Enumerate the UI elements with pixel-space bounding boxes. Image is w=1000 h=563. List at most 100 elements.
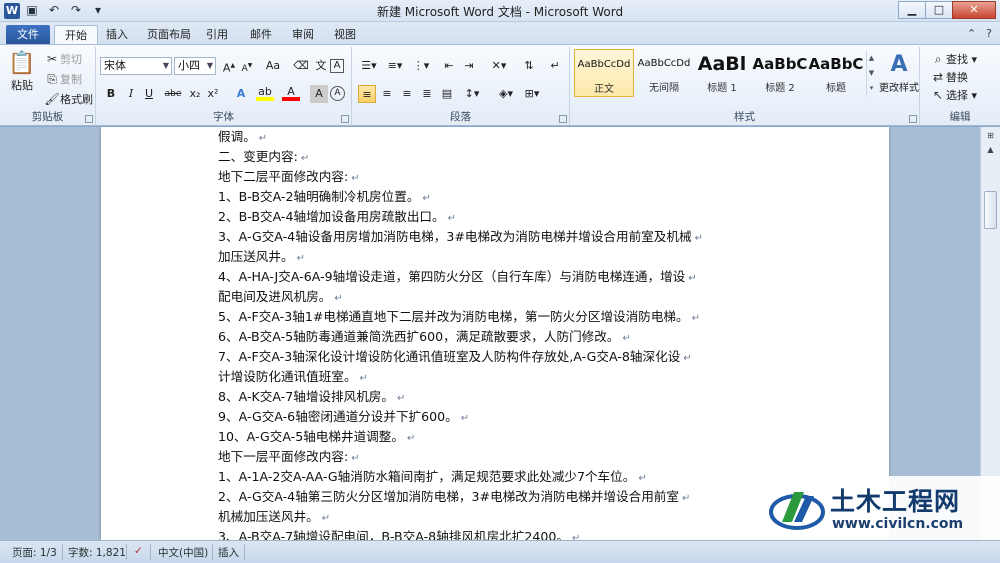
borders-icon[interactable]: ⊞▾ bbox=[520, 85, 544, 103]
tab-insert[interactable]: 插入 bbox=[100, 25, 134, 44]
strikethrough-button[interactable]: abe bbox=[162, 85, 184, 103]
help-icon[interactable]: ? bbox=[986, 27, 992, 40]
document-line[interactable]: 配电间及进风机房。 ↵ bbox=[218, 287, 778, 307]
style-no-spacing[interactable]: AaBbCcDd 无间隔 bbox=[634, 49, 694, 97]
document-line[interactable]: 地下二层平面修改内容: ↵ bbox=[218, 167, 778, 187]
ruler-toggle-icon[interactable]: ⊞ bbox=[981, 129, 1000, 143]
select-button[interactable]: ↖ 选择 ▾ bbox=[930, 87, 977, 103]
word-count[interactable]: 字数: 1,821 bbox=[68, 545, 126, 560]
shading-icon[interactable]: ◈▾ bbox=[494, 85, 518, 103]
align-left-button[interactable]: ≡ bbox=[358, 85, 376, 103]
bullets-icon[interactable]: ☰▾ bbox=[358, 57, 380, 75]
character-border-icon[interactable]: A bbox=[330, 59, 344, 73]
document-body[interactable]: 假调。 ↵ 二、变更内容: ↵ 地下二层平面修改内容: ↵ 1、B-B交A-2轴明确制冷机房… bbox=[218, 127, 778, 540]
replace-button[interactable]: ⇄ 替换 bbox=[930, 69, 968, 85]
font-name-combo[interactable]: 宋体 ▼ bbox=[100, 57, 172, 75]
document-line[interactable]: 计增设防化通讯值班室。 ↵ bbox=[218, 367, 778, 387]
bold-button[interactable]: B bbox=[102, 85, 120, 103]
style-title[interactable]: AaBbC 标题 bbox=[806, 49, 866, 97]
superscript-button[interactable]: x² bbox=[204, 85, 222, 103]
style-normal[interactable]: AaBbCcDd 正文 bbox=[574, 49, 634, 97]
font-size-combo[interactable]: 小四 ▼ bbox=[174, 57, 216, 75]
highlight-button[interactable]: ab bbox=[256, 85, 274, 101]
document-line[interactable]: 9、A-G交A-6轴密闭通道分设并下扩600。 ↵ bbox=[218, 407, 778, 427]
scroll-thumb[interactable] bbox=[984, 191, 997, 229]
tab-view[interactable]: 视图 bbox=[328, 25, 362, 44]
font-launcher-icon[interactable] bbox=[341, 115, 349, 123]
character-shading-button[interactable]: A bbox=[310, 85, 328, 103]
enclose-characters-button[interactable]: A bbox=[330, 86, 345, 101]
numbering-icon[interactable]: ≡▾ bbox=[384, 57, 406, 75]
paragraph-mark-icon: ↵ bbox=[334, 293, 343, 304]
minimize-ribbon-icon[interactable]: ⌃ bbox=[967, 27, 976, 40]
shrink-font-button[interactable]: A▼ bbox=[238, 57, 256, 75]
document-line-text: 计增设防化通讯值班室。 bbox=[218, 369, 357, 384]
tab-file[interactable]: 文件 bbox=[6, 25, 50, 44]
maximize-icon[interactable]: □ bbox=[925, 1, 953, 19]
tab-mailings[interactable]: 邮件 bbox=[244, 25, 278, 44]
tab-home[interactable]: 开始 bbox=[54, 25, 98, 44]
font-color-button[interactable]: A bbox=[282, 85, 300, 101]
document-line[interactable]: 机械加压送风井。 ↵ bbox=[218, 507, 778, 527]
show-marks-icon[interactable]: ↵ bbox=[546, 57, 564, 75]
decrease-indent-icon[interactable]: ⇤ bbox=[440, 57, 458, 75]
document-line[interactable]: 4、A-HA-J交A-6A-9轴增设走道，第四防火分区（自行车库）与消防电梯连通… bbox=[218, 267, 778, 287]
document-line[interactable]: 地下一层平面修改内容: ↵ bbox=[218, 447, 778, 467]
document-line[interactable]: 6、A-B交A-5轴防毒通道兼简洗西扩600，满足疏散要求，人防门修改。 ↵ bbox=[218, 327, 778, 347]
subscript-button[interactable]: x₂ bbox=[186, 85, 204, 103]
distributed-button[interactable]: ▤ bbox=[438, 85, 456, 103]
tab-references[interactable]: 引用 bbox=[200, 25, 234, 44]
document-line[interactable]: 假调。 ↵ bbox=[218, 127, 778, 147]
copy-button[interactable]: ⎘ 复制 bbox=[44, 71, 82, 87]
document-line[interactable]: 10、A-G交A-5轴电梯井道调整。 ↵ bbox=[218, 427, 778, 447]
cut-button[interactable]: ✂ 剪切 bbox=[44, 51, 82, 67]
change-case-button[interactable]: Aa bbox=[262, 57, 284, 75]
italic-button[interactable]: I bbox=[122, 85, 140, 103]
justify-button[interactable]: ≣ bbox=[418, 85, 436, 103]
multilevel-list-icon[interactable]: ⋮▾ bbox=[410, 57, 432, 75]
format-painter-button[interactable]: 🖌格式刷 bbox=[44, 91, 93, 107]
line-spacing-icon[interactable]: ↕▾ bbox=[460, 85, 484, 103]
language-indicator[interactable]: 中文(中国) bbox=[158, 545, 208, 560]
align-center-button[interactable]: ≡ bbox=[378, 85, 396, 103]
style-heading-1[interactable]: AaBl 标题 1 bbox=[692, 49, 752, 97]
document-line[interactable]: 1、A-1A-2交A-AA-G轴消防水箱间南扩，满足规范要求此处减少7个车位。 ↵ bbox=[218, 467, 778, 487]
chinese-layout-icon[interactable]: ✕▾ bbox=[488, 57, 510, 75]
document-line[interactable]: 1、B-B交A-2轴明确制冷机房位置。 ↵ bbox=[218, 187, 778, 207]
paste-button[interactable]: 📋 粘贴 bbox=[8, 51, 36, 93]
style-heading-2[interactable]: AaBbC 标题 2 bbox=[750, 49, 810, 97]
sort-icon[interactable]: ⇅ bbox=[520, 57, 538, 75]
change-styles-button[interactable]: A 更改样式 bbox=[878, 51, 920, 94]
align-right-button[interactable]: ≡ bbox=[398, 85, 416, 103]
document-line[interactable]: 7、A-F交A-3轴深化设计增设防化通讯值班室及人防构件存放处,A-G交A-8轴… bbox=[218, 347, 778, 367]
insert-mode-indicator[interactable]: 插入 bbox=[218, 545, 239, 560]
gallery-scroll[interactable]: ▲ ▼ ▾ bbox=[866, 51, 876, 97]
document-line[interactable]: 3、A-B交A-7轴增设配电间，B-B交A-8轴排风机房北扩2400。 ↵ bbox=[218, 527, 778, 540]
proofing-icon[interactable]: ✓ bbox=[134, 545, 143, 557]
grow-font-button[interactable]: A▲ bbox=[220, 57, 238, 75]
clipboard-launcher-icon[interactable] bbox=[85, 115, 93, 123]
document-line[interactable]: 2、B-B交A-4轴增加设备用房疏散出口。 ↵ bbox=[218, 207, 778, 227]
page-count[interactable]: 页面: 1/3 bbox=[12, 545, 57, 560]
minimize-icon[interactable]: ▁ bbox=[898, 1, 926, 19]
find-button[interactable]: ⌕ 查找 ▾ bbox=[930, 51, 977, 67]
scroll-up-icon[interactable]: ▲ bbox=[981, 143, 1000, 157]
document-line[interactable]: 8、A-K交A-7轴增设排风机房。 ↵ bbox=[218, 387, 778, 407]
tab-review[interactable]: 审阅 bbox=[286, 25, 320, 44]
paragraph-launcher-icon[interactable] bbox=[559, 115, 567, 123]
increase-indent-icon[interactable]: ⇥ bbox=[460, 57, 478, 75]
paragraph-mark-icon: ↵ bbox=[447, 213, 456, 224]
document-line[interactable]: 二、变更内容: ↵ bbox=[218, 147, 778, 167]
text-effects-button[interactable]: A bbox=[232, 85, 250, 103]
phonetic-guide-icon[interactable]: 文 bbox=[312, 57, 330, 75]
close-icon[interactable]: ✕ bbox=[952, 1, 996, 19]
ribbon-tabs: 文件 开始 插入 页面布局 引用 邮件 审阅 视图 ⌃ ? bbox=[0, 22, 1000, 44]
document-line[interactable]: 2、A-G交A-4轴第三防火分区增加消防电梯，3#电梯改为消防电梯并增设合用前室… bbox=[218, 487, 778, 507]
document-line[interactable]: 3、A-G交A-4轴设备用房增加消防电梯，3#电梯改为消防电梯并增设合用前室及机… bbox=[218, 227, 778, 247]
styles-launcher-icon[interactable] bbox=[909, 115, 917, 123]
clear-format-icon[interactable]: ⌫ bbox=[292, 57, 310, 75]
tab-page-layout[interactable]: 页面布局 bbox=[142, 25, 196, 44]
underline-button[interactable]: U bbox=[140, 85, 158, 103]
document-line[interactable]: 5、A-F交A-3轴1#电梯通直地下二层并改为消防电梯，第一防火分区增设消防电梯… bbox=[218, 307, 778, 327]
document-line[interactable]: 加压送风井。 ↵ bbox=[218, 247, 778, 267]
